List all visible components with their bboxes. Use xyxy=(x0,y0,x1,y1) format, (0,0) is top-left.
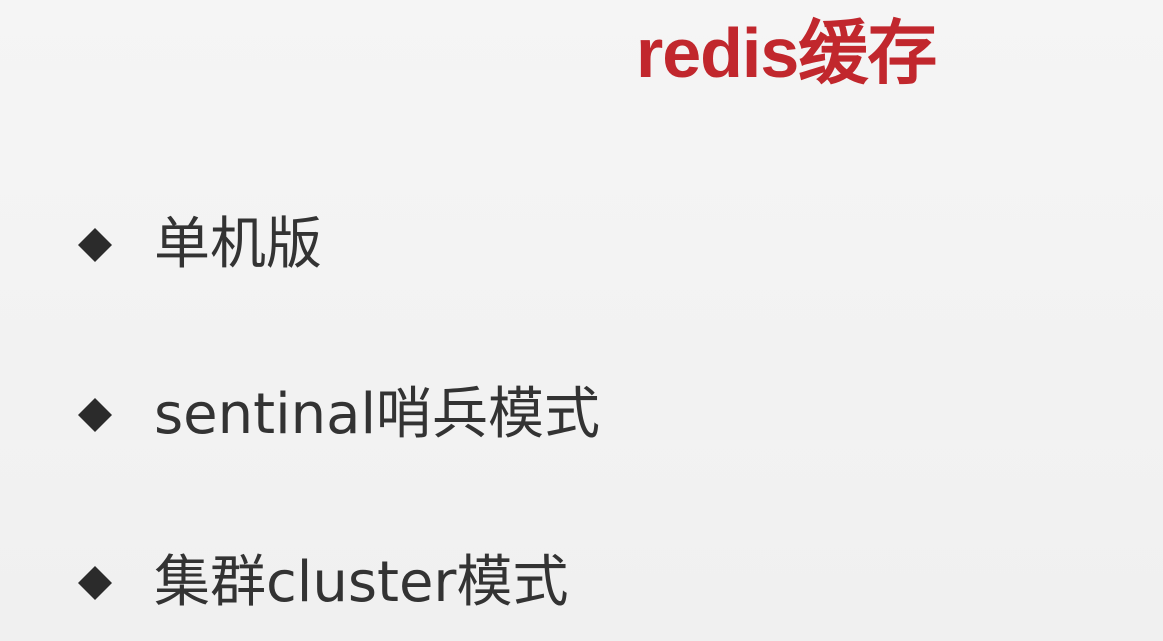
slide: redis缓存 单机版 sentinal哨兵模式 集群cluster模式 xyxy=(0,0,1163,641)
slide-title: redis缓存 xyxy=(636,14,937,92)
bullet-item-standalone: 单机版 xyxy=(70,210,322,280)
bullet-text: 集群cluster模式 xyxy=(154,550,569,615)
bullet-item-cluster: 集群cluster模式 xyxy=(70,548,568,618)
bullet-text: 单机版 xyxy=(154,212,322,277)
diamond-bullet-icon xyxy=(78,566,112,600)
bullet-text: sentinal哨兵模式 xyxy=(154,382,601,447)
bullet-item-sentinel: sentinal哨兵模式 xyxy=(70,380,600,450)
diamond-bullet-icon xyxy=(78,228,112,262)
diamond-bullet-icon xyxy=(78,398,112,432)
